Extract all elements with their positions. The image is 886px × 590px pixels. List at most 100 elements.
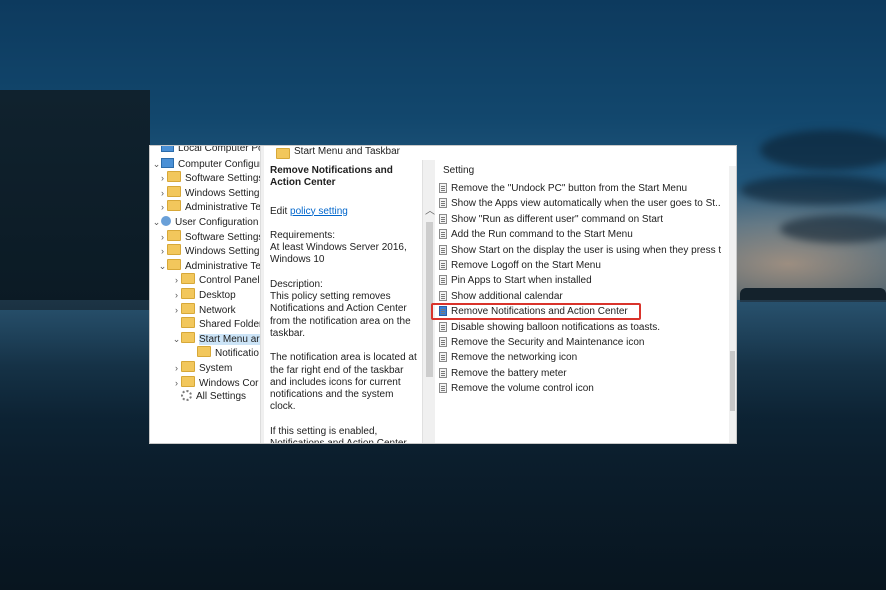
tree-item-label: Software Settings — [185, 231, 260, 243]
tree-item[interactable]: › Control Panel — [172, 273, 260, 287]
tree-item-label: Notificatio — [215, 348, 259, 360]
tree-item[interactable]: › System — [172, 361, 232, 375]
tree-item-label: Desktop — [199, 290, 236, 301]
policy-setting-row[interactable]: Show the Apps view automatically when th… — [439, 196, 721, 211]
tree-item[interactable]: › Desktop — [172, 288, 236, 302]
policy-setting-row[interactable]: Show additional calendar — [439, 289, 721, 304]
folder-icon — [181, 317, 195, 329]
policy-setting-icon — [439, 275, 447, 286]
chevron-down-icon[interactable]: ⌄ — [158, 259, 167, 273]
policy-setting-row[interactable]: Remove the networking icon — [439, 350, 721, 365]
setting-column-header[interactable]: Setting — [443, 165, 474, 176]
tree-item[interactable]: Local Computer Policy — [152, 146, 260, 156]
policy-setting-row[interactable]: Show "Run as different user" command on … — [439, 212, 721, 227]
tree-item[interactable]: › Windows Setting — [158, 185, 259, 200]
scroll-up-arrow-icon[interactable]: ︿ — [425, 202, 435, 217]
category-title: Start Menu and Taskbar — [294, 146, 400, 157]
description-block: Description: This policy setting removes… — [270, 279, 420, 340]
tree-item-label: Windows Cor — [199, 377, 259, 389]
chevron-right-icon[interactable]: › — [172, 303, 181, 317]
tree-item[interactable]: › Administrative Te — [158, 200, 260, 214]
tree-item-label: Administrative Te — [185, 202, 260, 214]
folder-icon — [276, 148, 290, 159]
tree-item[interactable]: › Windows Cor — [172, 375, 259, 390]
chevron-right-icon[interactable]: › — [158, 186, 167, 200]
folder-icon — [181, 331, 195, 343]
tree-item-label: Windows Setting — [185, 246, 260, 258]
list-scroll-thumb[interactable] — [730, 351, 735, 411]
policy-tree-pane: Local Computer Policy ⌄ Computer Configura… — [150, 146, 260, 443]
user-icon — [161, 216, 171, 226]
tree-item-label: Software Settings — [185, 173, 260, 185]
tree-item[interactable]: ⌄ Start Menu ar — [172, 331, 260, 346]
policy-setting-row[interactable]: Remove the Security and Maintenance icon — [439, 335, 721, 350]
description-label: Description: — [270, 278, 323, 290]
tree-item[interactable]: › Windows Setting — [158, 244, 259, 258]
pc-icon — [161, 157, 174, 168]
tree-item[interactable]: › Software Settings — [158, 229, 260, 244]
tree-item-label: Computer Configura — [178, 158, 260, 170]
folder-icon — [167, 258, 181, 270]
policy-setting-label: Pin Apps to Start when installed — [451, 275, 592, 287]
policy-setting-row[interactable]: Remove the battery meter — [439, 366, 721, 381]
policy-setting-row[interactable]: Remove Logoff on the Start Menu — [439, 258, 721, 273]
policy-setting-icon — [439, 367, 447, 378]
list-scrollbar[interactable] — [729, 166, 736, 443]
policy-setting-label: Show Start on the display the user is us… — [451, 244, 721, 256]
chevron-right-icon[interactable]: › — [158, 200, 167, 214]
folder-icon — [167, 229, 181, 241]
tree-item[interactable]: › Network — [172, 302, 236, 317]
tree-item-label: Administrative Te — [185, 260, 260, 272]
description-paragraph-2: The notification area is located at the … — [270, 352, 417, 413]
policy-setting-row[interactable]: Disable showing balloon notifications as… — [439, 320, 721, 335]
folder-icon — [167, 244, 181, 256]
chevron-right-icon[interactable]: › — [172, 288, 181, 302]
tree-item[interactable]: All Settings — [172, 390, 246, 404]
category-header: Start Menu and Taskbar — [264, 146, 736, 161]
requirements: Requirements: At least Windows Server 20… — [270, 230, 420, 267]
tree-item[interactable]: Notificatio — [188, 346, 259, 360]
description-scrollbar[interactable]: ︿ — [422, 160, 436, 443]
chevron-right-icon[interactable]: › — [158, 171, 167, 185]
policy-setting-row[interactable]: Remove the "Undock PC" button from the S… — [439, 181, 721, 196]
description-paragraph-3: If this setting is enabled, Notification… — [270, 425, 407, 443]
policy-setting-label: Show the Apps view automatically when th… — [451, 198, 721, 210]
tree-item[interactable]: Shared Folder — [172, 317, 260, 331]
chevron-right-icon[interactable]: › — [158, 230, 167, 244]
tree-item[interactable]: ⌄ Computer Configura — [152, 157, 260, 171]
chevron-down-icon[interactable]: ⌄ — [152, 215, 161, 229]
scroll-thumb[interactable] — [426, 222, 433, 377]
policy-setting-label: Show "Run as different user" command on … — [451, 213, 664, 225]
policy-setting-row[interactable]: Show Start on the display the user is us… — [439, 243, 721, 258]
policy-setting-label: Remove the networking icon — [451, 352, 578, 364]
background-building — [0, 90, 150, 310]
folder-icon — [181, 302, 195, 314]
policy-setting-icon — [439, 290, 447, 301]
tree-item-label: Control Panel — [199, 275, 260, 287]
policy-setting-icon — [439, 244, 447, 255]
pc-icon — [161, 146, 174, 152]
folder-icon — [167, 185, 181, 197]
tree-item[interactable]: ⌄ User Configuration — [152, 215, 258, 229]
policy-setting-label: Remove the volume control icon — [451, 383, 594, 395]
policy-setting-row[interactable]: Add the Run command to the Start Menu — [439, 227, 721, 242]
chevron-right-icon[interactable]: › — [158, 244, 167, 258]
description-pane: Remove Notifications and Action Center E… — [264, 160, 423, 443]
chevron-right-icon[interactable]: › — [172, 361, 181, 375]
chevron-right-icon[interactable]: › — [172, 376, 181, 390]
gear-icon — [181, 390, 192, 402]
policy-setting-icon — [439, 260, 447, 270]
policy-setting-link[interactable]: policy setting — [290, 206, 348, 217]
policy-setting-row[interactable]: Pin Apps to Start when installed — [439, 273, 721, 288]
policy-setting-label: Remove the Security and Maintenance icon — [451, 337, 645, 348]
chevron-down-icon[interactable]: ⌄ — [172, 332, 181, 346]
tree-item[interactable]: › Software Settings — [158, 171, 260, 185]
chevron-right-icon[interactable]: › — [172, 273, 181, 287]
policy-setting-icon — [439, 383, 447, 394]
chevron-down-icon[interactable]: ⌄ — [152, 157, 161, 171]
tree-item[interactable]: ⌄ Administrative Te — [158, 258, 260, 273]
policy-setting-row[interactable]: Remove the volume control icon — [439, 381, 721, 396]
policy-setting-label: Disable showing balloon notifications as… — [451, 321, 661, 333]
policy-setting-icon — [439, 198, 447, 209]
requirements-text: At least Windows Server 2016, Windows 10 — [270, 242, 407, 266]
